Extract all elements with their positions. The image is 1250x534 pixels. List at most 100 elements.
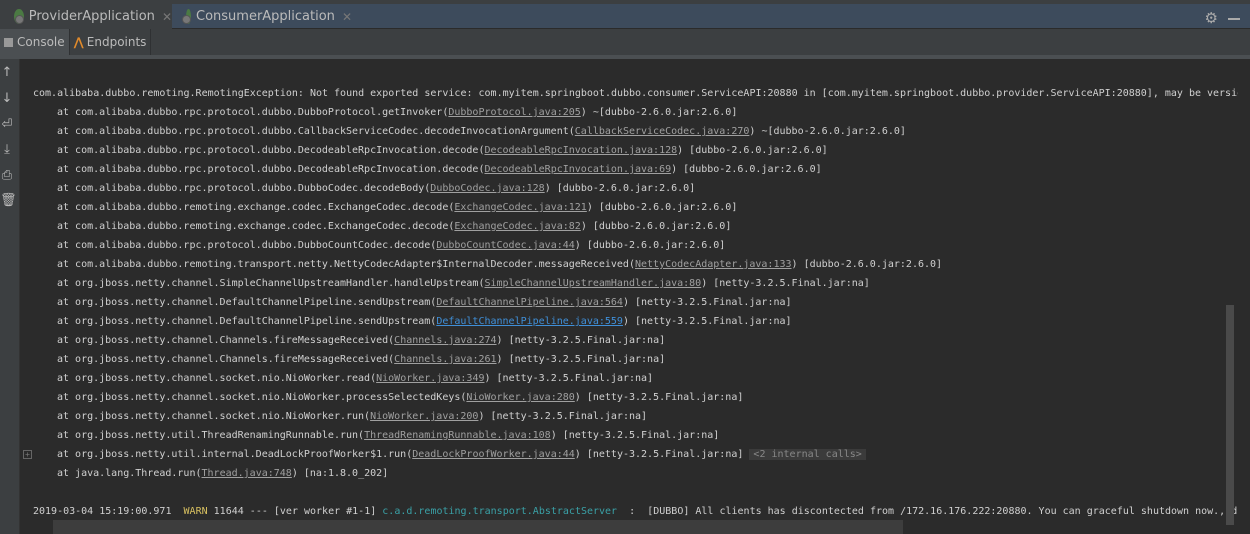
run-tab-bar: ProviderApplication ✕ ConsumerApplicatio… [0, 4, 1250, 29]
frame-jar: [netty-3.2.5.Final.jar:na] [628, 297, 792, 308]
frame-jar: [netty-3.2.5.Final.jar:na] [580, 449, 744, 460]
frame-jar: ~[dubbo-2.6.0.jar:2.6.0] [586, 107, 738, 118]
frame-jar: [netty-3.2.5.Final.jar:na] [484, 411, 648, 422]
frame-jar: [dubbo-2.6.0.jar:2.6.0] [797, 259, 943, 270]
close-icon[interactable]: ✕ [162, 10, 172, 24]
frame-method: at org.jboss.netty.channel.socket.nio.Ni… [57, 373, 371, 384]
frame-method: at com.alibaba.dubbo.rpc.protocol.dubbo.… [57, 183, 425, 194]
frame-jar: [na:1.8.0_202] [297, 468, 389, 479]
source-link[interactable]: Channels.java:261 [394, 354, 496, 365]
stack-frame: at org.jboss.netty.channel.Channels.fire… [57, 335, 666, 346]
source-link[interactable]: DubboCountCodec.java:44 [436, 240, 574, 251]
exception-line: com.alibaba.dubbo.remoting.RemotingExcep… [33, 88, 1238, 99]
arrow-up-icon[interactable]: ↑ [0, 65, 14, 80]
tab-consumer-application[interactable]: ConsumerApplication ✕ [172, 4, 352, 29]
tab-provider-application[interactable]: ProviderApplication ✕ [0, 4, 172, 29]
frame-method: at com.alibaba.dubbo.rpc.protocol.dubbo.… [57, 126, 569, 137]
frame-method: at com.alibaba.dubbo.rpc.protocol.dubbo.… [57, 164, 479, 175]
tab-endpoints[interactable]: ⋀ Endpoints [70, 29, 152, 55]
close-icon[interactable]: ✕ [342, 10, 352, 24]
frame-method: at java.lang.Thread.run [57, 468, 196, 479]
source-link[interactable]: NioWorker.java:200 [370, 411, 478, 422]
frame-jar: [dubbo-2.6.0.jar:2.6.0] [592, 202, 738, 213]
source-link[interactable]: DubboProtocol.java:205 [448, 107, 580, 118]
logger-name: c.a.d.remoting.transport.AbstractServer [382, 506, 618, 517]
source-link[interactable]: DefaultChannelPipeline.java:559 [436, 316, 623, 327]
frame-jar: [netty-3.2.5.Final.jar:na] [580, 392, 744, 403]
frame-method: at org.jboss.netty.channel.socket.nio.Ni… [57, 392, 461, 403]
stack-frame: at com.alibaba.dubbo.remoting.transport.… [57, 259, 943, 270]
minimize-icon[interactable] [1228, 18, 1240, 20]
stack-frame: at com.alibaba.dubbo.rpc.protocol.dubbo.… [57, 240, 726, 251]
horizontal-scrollbar[interactable] [53, 520, 903, 534]
source-link[interactable]: ExchangeCodec.java:82 [454, 221, 580, 232]
stack-frame: at com.alibaba.dubbo.rpc.protocol.dubbo.… [57, 145, 828, 156]
stack-frame: at com.alibaba.dubbo.remoting.exchange.c… [57, 221, 732, 232]
trash-icon[interactable]: 🗑 [0, 193, 17, 208]
frame-method: at com.alibaba.dubbo.remoting.exchange.c… [57, 221, 449, 232]
vertical-scrollbar[interactable] [1226, 305, 1234, 525]
source-link[interactable]: Thread.java:748 [202, 468, 292, 479]
stack-frame: at org.jboss.netty.channel.SimpleChannel… [57, 278, 870, 289]
frame-jar: [netty-3.2.5.Final.jar:na] [556, 430, 720, 441]
stack-frame: at com.alibaba.dubbo.rpc.protocol.dubbo.… [57, 107, 738, 118]
stack-frame: at org.jboss.netty.channel.socket.nio.Ni… [57, 373, 654, 384]
source-link[interactable]: DubboCodec.java:128 [430, 183, 544, 194]
frame-jar: [dubbo-2.6.0.jar:2.6.0] [580, 240, 726, 251]
tab-console[interactable]: Console [0, 29, 70, 55]
source-link[interactable]: Channels.java:274 [394, 335, 496, 346]
expand-icon[interactable]: + [23, 450, 32, 459]
source-link[interactable]: NettyCodecAdapter.java:133 [635, 259, 792, 270]
source-link[interactable]: ThreadRenamingRunnable.java:108 [364, 430, 551, 441]
frame-method: at org.jboss.netty.util.internal.DeadLoc… [57, 449, 407, 460]
stack-frame: at org.jboss.netty.channel.Channels.fire… [57, 354, 666, 365]
frame-jar: ~[dubbo-2.6.0.jar:2.6.0] [755, 126, 906, 137]
internal-calls-fold[interactable]: <2 internal calls> [749, 449, 866, 460]
stack-frame: at org.jboss.netty.channel.socket.nio.Ni… [57, 411, 648, 422]
source-link[interactable]: DefaultChannelPipeline.java:564 [436, 297, 623, 308]
console-output[interactable]: com.alibaba.dubbo.remoting.RemotingExcep… [20, 59, 1238, 534]
stack-frame: at org.jboss.netty.util.internal.DeadLoc… [57, 446, 866, 464]
frame-method: at org.jboss.netty.util.ThreadRenamingRu… [57, 430, 359, 441]
frame-method: at org.jboss.netty.channel.SimpleChannel… [57, 278, 479, 289]
stack-frame: at org.jboss.netty.util.ThreadRenamingRu… [57, 430, 720, 441]
frame-jar: [netty-3.2.5.Final.jar:na] [707, 278, 870, 289]
frame-jar: [dubbo-2.6.0.jar:2.6.0] [677, 164, 822, 175]
console-icon [4, 37, 13, 47]
frame-method: at com.alibaba.dubbo.remoting.exchange.c… [57, 202, 449, 213]
source-link[interactable]: ExchangeCodec.java:121 [454, 202, 586, 213]
console-tab-bar: Console ⋀ Endpoints [0, 29, 1250, 59]
source-link[interactable]: DecodeableRpcInvocation.java:69 [484, 164, 671, 175]
tab-label: ConsumerApplication [196, 9, 335, 24]
source-link[interactable]: DeadLockProofWorker.java:44 [412, 449, 575, 460]
tab-label: Console [17, 35, 65, 49]
frame-method: at org.jboss.netty.channel.Channels.fire… [57, 354, 389, 365]
tab-label: Endpoints [86, 35, 147, 49]
source-link[interactable]: NioWorker.java:349 [376, 373, 484, 384]
log-level: WARN [183, 506, 208, 517]
stack-frame: at java.lang.Thread.run(Thread.java:748)… [57, 468, 389, 479]
frame-jar: [dubbo-2.6.0.jar:2.6.0] [586, 221, 732, 232]
stack-frame: at com.alibaba.dubbo.rpc.protocol.dubbo.… [57, 126, 906, 137]
source-link[interactable]: DecodeableRpcInvocation.java:128 [484, 145, 677, 156]
frame-method: at org.jboss.netty.channel.DefaultChanne… [57, 297, 431, 308]
console-toolbar: ↑ ↓ ⏎ ⤓ ⎙ 🗑 [0, 59, 20, 534]
frame-jar: [netty-3.2.5.Final.jar:na] [628, 316, 792, 327]
log-line: 2019-03-04 15:19:00.971 WARN 11644 --- [… [33, 506, 1238, 517]
scroll-to-end-icon[interactable]: ⤓ [0, 142, 14, 157]
frame-method: at com.alibaba.dubbo.rpc.protocol.dubbo.… [57, 240, 431, 251]
stack-frame: at com.alibaba.dubbo.remoting.exchange.c… [57, 202, 738, 213]
endpoints-icon: ⋀ [73, 35, 84, 49]
spring-boot-icon [182, 9, 191, 24]
print-icon[interactable]: ⎙ [0, 168, 14, 183]
source-link[interactable]: NioWorker.java:280 [466, 392, 574, 403]
source-link[interactable]: CallbackServiceCodec.java:270 [575, 126, 750, 137]
soft-wrap-icon[interactable]: ⏎ [0, 117, 14, 132]
source-link[interactable]: SimpleChannelUpstreamHandler.java:80 [484, 278, 701, 289]
arrow-down-icon[interactable]: ↓ [0, 91, 14, 106]
frame-jar: [dubbo-2.6.0.jar:2.6.0] [550, 183, 696, 194]
frame-method: at org.jboss.netty.channel.Channels.fire… [57, 335, 389, 346]
stack-frame: at com.alibaba.dubbo.rpc.protocol.dubbo.… [57, 183, 696, 194]
frame-jar: [netty-3.2.5.Final.jar:na] [502, 354, 666, 365]
gear-icon[interactable]: ⚙ [1205, 9, 1218, 27]
